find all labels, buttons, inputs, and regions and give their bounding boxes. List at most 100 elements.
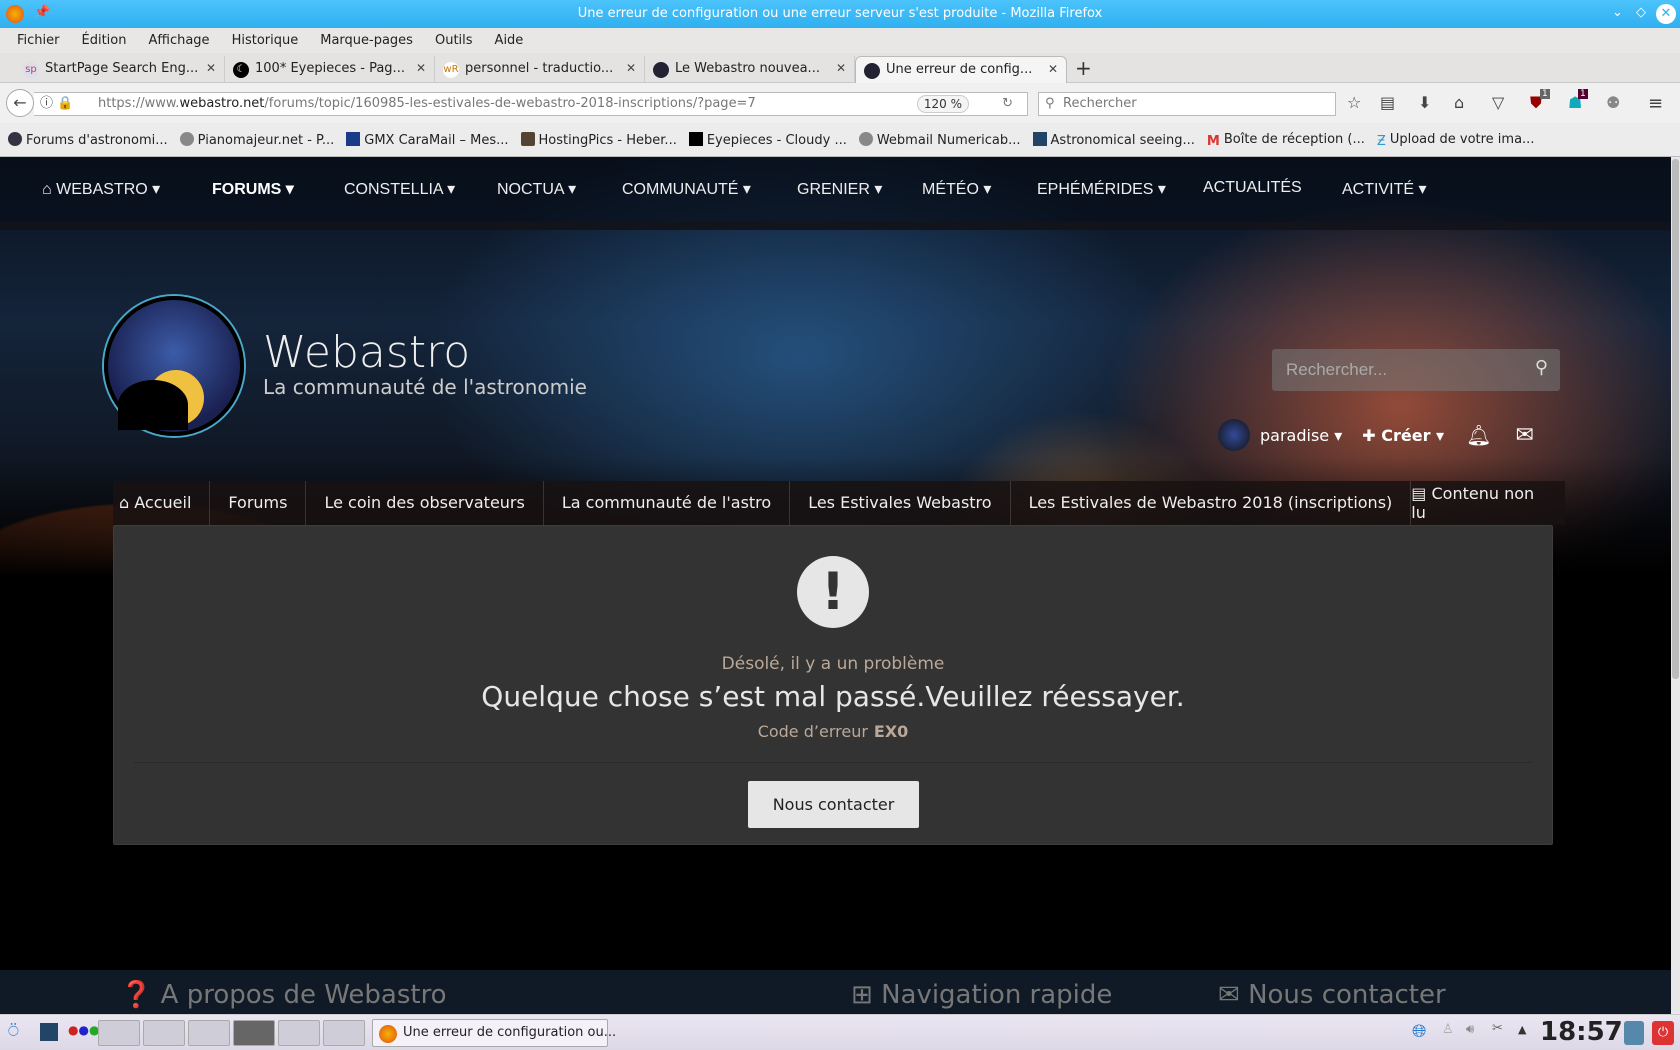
close-tab-icon[interactable]: ✕: [1048, 62, 1058, 76]
workspace-6[interactable]: [323, 1020, 365, 1046]
bookmark-star-icon[interactable]: ☆: [1347, 93, 1361, 112]
taskbar: ⍥ ●●● Une erreur de configuration ou... …: [0, 1014, 1680, 1050]
breadcrumb-accueil[interactable]: ⌂ Accueil: [113, 481, 211, 525]
tab[interactable]: Le Webastro nouvea... ✕: [645, 56, 855, 83]
envelope-icon[interactable]: ✉: [1515, 423, 1533, 448]
unread-content-link[interactable]: ▤ Contenu non lu: [1411, 484, 1565, 522]
workspace-5[interactable]: [278, 1020, 320, 1046]
bookmark-item[interactable]: M Boîte de réception (...: [1207, 123, 1365, 156]
error-subtitle: Désolé, il y a un problème: [721, 654, 945, 674]
ghostery-icon[interactable]: ☗ 1: [1568, 89, 1588, 112]
bookmark-item[interactable]: Webmail Numericab...: [858, 123, 1021, 156]
workspace-4[interactable]: [233, 1020, 275, 1046]
nav-ephemerides[interactable]: EPHÉMÉRIDES ▾: [1037, 179, 1166, 199]
close-tab-icon[interactable]: ✕: [206, 61, 216, 75]
bookmark-item[interactable]: Forums d'astronomi...: [8, 123, 168, 156]
search-icon: ⚲: [1045, 96, 1055, 111]
user-menu[interactable]: paradise ▾: [1260, 426, 1342, 445]
app-menu-icon[interactable]: ⍥: [8, 1021, 19, 1042]
bookmark-item[interactable]: GMX CaraMail – Mes...: [346, 123, 509, 156]
bell-icon[interactable]: 🔔︎: [1466, 423, 1491, 447]
create-menu[interactable]: ✚ Créer ▾: [1362, 426, 1444, 445]
bookmark-item[interactable]: HostingPics - Heber...: [520, 123, 677, 156]
bookmark-item[interactable]: Astronomical seeing...: [1032, 123, 1195, 156]
webastro-icon: [864, 63, 880, 79]
site-search-input[interactable]: Rechercher... ⚲: [1272, 349, 1560, 391]
ublock-icon[interactable]: ⛊ 1: [1530, 89, 1550, 113]
url-bar[interactable]: ⓘ 🔒 https://www.webastro.net/forums/topi…: [34, 92, 1028, 116]
firefox-icon: [379, 1025, 397, 1043]
home-icon[interactable]: ⌂: [1454, 93, 1464, 112]
tray-expand-icon[interactable]: ▲: [1518, 1023, 1526, 1036]
tab[interactable]: wR personnel - traductio... ✕: [435, 56, 645, 83]
breadcrumb-item[interactable]: Les Estivales Webastro: [790, 481, 1011, 525]
browser-search-input[interactable]: ⚲ Rechercher: [1038, 92, 1336, 116]
nav-activite[interactable]: ACTIVITÉ ▾: [1342, 179, 1427, 199]
menu-edition[interactable]: Édition: [71, 28, 138, 53]
network-icon[interactable]: 🌐︎: [1412, 1021, 1426, 1042]
extension-icon[interactable]: ⚉: [1606, 93, 1620, 112]
url-path: /forums/topic/160985-les-estivales-de-we…: [264, 96, 756, 111]
maximize-button[interactable]: ◇: [1636, 5, 1646, 20]
close-tab-icon[interactable]: ✕: [626, 61, 636, 75]
menu-fichier[interactable]: Fichier: [6, 28, 71, 53]
workspace-1[interactable]: [98, 1020, 140, 1046]
nav-forums[interactable]: FORUMS ▾: [212, 179, 294, 199]
nav-noctua[interactable]: NOCTUA ▾: [497, 179, 576, 199]
site-info-icon[interactable]: ⓘ 🔒: [40, 93, 73, 115]
page-scrollbar[interactable]: [1671, 157, 1680, 1014]
close-tab-icon[interactable]: ✕: [416, 61, 426, 75]
new-tab-button[interactable]: +: [1075, 56, 1092, 80]
bookmark-item[interactable]: Ƶ Upload de votre ima...: [1377, 123, 1535, 156]
close-tab-icon[interactable]: ✕: [836, 61, 846, 75]
scissors-icon[interactable]: ✂: [1492, 1021, 1503, 1036]
menu-affichage[interactable]: Affichage: [137, 28, 220, 53]
breadcrumb-item[interactable]: Le coin des observateurs: [306, 481, 544, 525]
menu-marque-pages[interactable]: Marque-pages: [309, 28, 424, 53]
tab[interactable]: ☾ 100* Eyepieces - Pag... ✕: [225, 56, 435, 83]
nav-constellia[interactable]: CONSTELLIA ▾: [344, 179, 455, 199]
nav-grenier[interactable]: GRENIER ▾: [797, 179, 882, 199]
volume-icon[interactable]: 🔊︎: [1466, 1022, 1474, 1037]
nav-meteo[interactable]: MÉTÉO ▾: [922, 179, 991, 199]
user-status-icon[interactable]: ♙: [1442, 1022, 1454, 1037]
close-button[interactable]: ✕: [1656, 4, 1676, 24]
tab-active[interactable]: Une erreur de config... ✕: [855, 56, 1067, 83]
search-icon[interactable]: ⚲: [1535, 357, 1548, 378]
workspace-2[interactable]: [143, 1020, 185, 1046]
desktop-icon[interactable]: [40, 1023, 58, 1041]
back-button[interactable]: ←: [6, 89, 34, 117]
reload-icon[interactable]: ↻: [1002, 93, 1013, 115]
bookmark-item[interactable]: Eyepieces - Cloudy ...: [688, 123, 847, 156]
pocket-icon[interactable]: ▽: [1492, 93, 1504, 112]
site-title[interactable]: Webastro: [263, 327, 470, 378]
avatar[interactable]: [1218, 419, 1250, 451]
power-icon[interactable]: ⏻: [1652, 1021, 1674, 1045]
reading-list-icon[interactable]: ▤: [1380, 93, 1395, 112]
bookmarks-toolbar: Forums d'astronomi... Pianomajeur.net - …: [0, 123, 1680, 157]
menu-historique[interactable]: Historique: [221, 28, 310, 53]
contact-button[interactable]: Nous contacter: [748, 781, 919, 828]
breadcrumb-item[interactable]: La communauté de l'astro: [544, 481, 791, 525]
breadcrumb-item[interactable]: Les Estivales de Webastro 2018 (inscript…: [1011, 481, 1412, 525]
download-icon[interactable]: ⬇: [1418, 93, 1431, 112]
menu-outils[interactable]: Outils: [424, 28, 484, 53]
workspace-3[interactable]: [188, 1020, 230, 1046]
moon-icon: ☾: [233, 62, 249, 78]
nav-actualites[interactable]: ACTUALITÉS: [1203, 179, 1302, 197]
tab[interactable]: sp StartPage Search Eng... ✕: [15, 56, 225, 83]
hamburger-menu-icon[interactable]: ≡: [1648, 93, 1663, 114]
nav-communaute[interactable]: COMMUNAUTÉ ▾: [622, 179, 751, 199]
zoom-level[interactable]: 120 %: [916, 95, 969, 113]
rgb-icon[interactable]: ●●●: [68, 1023, 99, 1037]
taskbar-firefox-window[interactable]: Une erreur de configuration ou...: [372, 1019, 616, 1047]
site-logo[interactable]: [104, 296, 244, 436]
clock[interactable]: 18:57: [1540, 1017, 1623, 1047]
bookmark-item[interactable]: Pianomajeur.net - P...: [179, 123, 334, 156]
breadcrumb-item[interactable]: Forums: [210, 481, 307, 525]
nav-webastro[interactable]: ⌂ WEBASTRO ▾: [42, 179, 160, 199]
lock-screen-icon[interactable]: [1624, 1021, 1644, 1045]
wordreference-icon: wR: [443, 62, 459, 78]
minimize-button[interactable]: ⌄: [1612, 5, 1623, 20]
menu-aide[interactable]: Aide: [484, 28, 535, 53]
